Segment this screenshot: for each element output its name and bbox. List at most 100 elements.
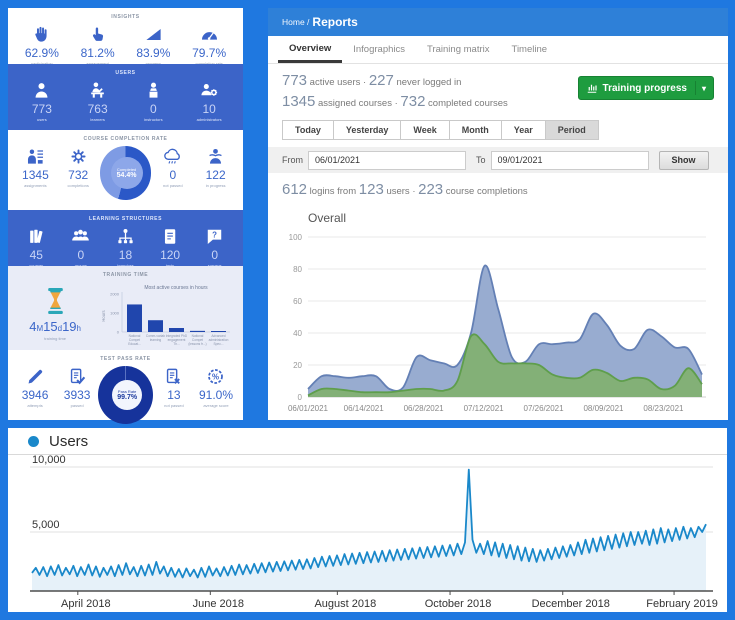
filter-month[interactable]: Month [449, 120, 502, 140]
books-icon [27, 226, 46, 246]
svg-text:February 2019: February 2019 [646, 598, 718, 610]
stat-label: not passed [163, 183, 183, 188]
section-title: USERS [8, 64, 243, 76]
svg-text:2000: 2000 [110, 292, 120, 297]
to-label: To [476, 155, 486, 165]
stat-number: 223 [418, 181, 443, 198]
from-label: From [282, 155, 303, 165]
filter-today[interactable]: Today [282, 120, 334, 140]
filter-yesterday[interactable]: Yesterday [333, 120, 402, 140]
to-date-input[interactable] [491, 151, 649, 170]
stat-branches: 18branches [103, 226, 148, 268]
stat-label: users [37, 117, 47, 122]
stat-average-score: %91.0%average score [195, 366, 237, 408]
stat-value: 10 [202, 102, 215, 116]
svg-text:0: 0 [298, 393, 303, 402]
section-title: TEST PASS RATE [8, 350, 243, 362]
stat-number: 732 [400, 93, 425, 110]
stat-label: passed [71, 403, 84, 408]
logins-stats-line: 612 logins from 123 users · 223 course c… [268, 173, 728, 201]
section-completion: COURSE COMPLETION RATE1345assignments732… [8, 130, 243, 210]
donut-chart-passrate: Pass Rate99.7% [98, 366, 153, 424]
filter-year[interactable]: Year [501, 120, 546, 140]
svg-text:learning: learning [150, 338, 162, 342]
pencil-icon [26, 366, 45, 386]
stat-value: 0 [169, 168, 176, 182]
period-filter-group: TodayYesterdayWeekMonthYearPeriod [268, 117, 728, 140]
stat-text: assigned courses · [315, 98, 400, 109]
filter-week[interactable]: Week [400, 120, 449, 140]
svg-text:07/12/2021: 07/12/2021 [464, 404, 505, 413]
svg-text:%: % [212, 372, 219, 381]
tab-timeline[interactable]: Timeline [501, 36, 559, 63]
doc-x-icon [164, 366, 183, 386]
group-icon [71, 226, 90, 246]
tab-overview[interactable]: Overview [278, 36, 342, 63]
svg-text:?: ? [212, 230, 217, 239]
date-range-bar: From To Show [268, 147, 728, 173]
branches-icon [116, 226, 135, 246]
stat-value: 83.9% [136, 46, 170, 60]
chart-icon [586, 82, 603, 94]
stat-value: 120 [160, 248, 180, 262]
breadcrumb-home-link[interactable]: Home / [282, 17, 309, 27]
stat-instructors: 0instructors [131, 80, 176, 122]
stat-value: 0 [150, 102, 157, 116]
svg-text:Spec...: Spec... [214, 342, 224, 346]
stat-value: 45 [30, 248, 43, 262]
stat-value: 91.0% [199, 388, 233, 402]
survey-icon: ? [205, 226, 224, 246]
training-progress-button[interactable]: Training progress ▾ [578, 76, 714, 100]
overall-chart-block: Overall 10080604020006/01/202106/14/2021… [268, 201, 728, 420]
person-icon [32, 80, 51, 100]
stat-value: 0 [78, 248, 85, 262]
stat-completion-rate: 79.7%completion rate [187, 24, 232, 66]
svg-text:60: 60 [293, 297, 302, 306]
stat-label: in progress [206, 183, 226, 188]
tab-training-matrix[interactable]: Training matrix [416, 36, 500, 63]
stat-assignments: 1345assignments [14, 146, 57, 188]
stat-label: not passed [164, 403, 184, 408]
svg-text:06/28/2021: 06/28/2021 [404, 404, 445, 413]
stat-text: never logged in [394, 77, 462, 88]
svg-text:08/09/2021: 08/09/2021 [583, 404, 624, 413]
training-time-value: 4M15d19h [29, 319, 81, 334]
stat-not-passed: 0not passed [151, 146, 194, 188]
gauge-icon [200, 24, 219, 44]
svg-text:Educat...: Educat... [128, 342, 141, 346]
stat-label: instructors [144, 117, 162, 122]
svg-text:07/26/2021: 07/26/2021 [524, 404, 565, 413]
stat-in-progress: 122in progress [194, 146, 237, 188]
from-date-input[interactable] [308, 151, 466, 170]
stat-value: 732 [68, 168, 88, 182]
stat-value: 122 [206, 168, 226, 182]
stat-value: 79.7% [192, 46, 226, 60]
breadcrumb: Home / Reports [268, 8, 728, 36]
svg-text:June 2018: June 2018 [193, 598, 244, 610]
users-line-chart: 10,0005,000April 2018June 2018August 201… [16, 455, 719, 611]
stat-value: 13 [167, 388, 180, 402]
stat-text: active users · [307, 77, 369, 88]
stat-value: 3933 [64, 388, 91, 402]
section-users: USERS773users763learners0instructors10ad… [8, 64, 243, 130]
stat-label: attempts [27, 403, 42, 408]
stat-learners: 763learners [75, 80, 120, 122]
stat-not-passed: 13not passed [153, 366, 195, 408]
hand-icon [32, 24, 51, 44]
svg-text:08/23/2021: 08/23/2021 [643, 404, 684, 413]
svg-text:100: 100 [289, 233, 303, 242]
stat-value: 81.2% [81, 46, 115, 60]
stat-label: learners [90, 117, 104, 122]
chevron-down-icon[interactable]: ▾ [702, 84, 706, 93]
svg-text:December 2018: December 2018 [532, 598, 610, 610]
svg-text:August 2018: August 2018 [314, 598, 376, 610]
dashboard-root: INSIGHTS62.9%participation81.2%engagemen… [0, 0, 735, 620]
svg-text:(lessons fr...): (lessons fr...) [189, 342, 207, 346]
page-title: Reports [312, 15, 357, 29]
show-button[interactable]: Show [659, 151, 709, 170]
svg-text:40: 40 [293, 329, 302, 338]
filter-period[interactable]: Period [545, 120, 599, 140]
stat-administrators: 10administrators [187, 80, 232, 122]
ramp-icon [144, 24, 163, 44]
tab-infographics[interactable]: Infographics [342, 36, 416, 63]
